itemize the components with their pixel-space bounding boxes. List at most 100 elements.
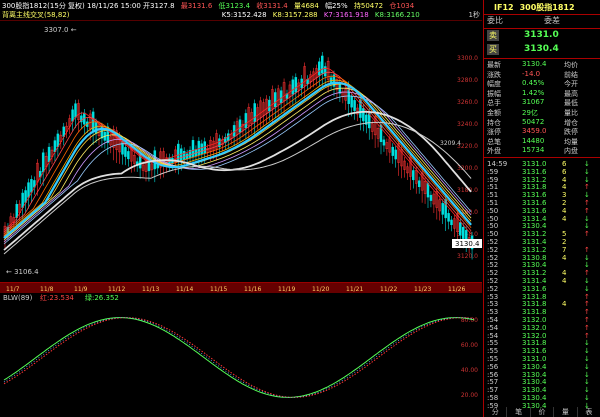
tick-time: :56 — [487, 370, 499, 379]
ma-line — [3, 81, 472, 239]
candle-body — [232, 125, 236, 137]
stat-label-2: 增仓 — [564, 118, 578, 127]
tick-time: :50 — [487, 214, 499, 223]
candle-body — [27, 182, 30, 198]
stat-label: 总手 — [487, 99, 501, 108]
candle-body — [412, 170, 415, 181]
candle-body — [253, 103, 256, 122]
tick-time: :53 — [487, 300, 499, 309]
stat-value: 50472 — [522, 117, 545, 126]
candle-body — [238, 119, 242, 133]
tick-time: :59 — [487, 167, 499, 176]
tick-price: 3131.2 — [522, 230, 547, 239]
tab-weibi[interactable]: 委比 — [487, 15, 503, 26]
tick-price: 3130.4 — [522, 222, 547, 231]
ma-3: K8:3166.210 — [374, 11, 420, 19]
bottom-tabs: 分笔价量表 — [484, 407, 600, 417]
stat-value: 31067 — [522, 98, 545, 107]
bottom-tab[interactable]: 价 — [531, 407, 555, 417]
quote-panel: IF12 300股指1812 委比 委差 卖 3131.0 买 3130.4 最… — [483, 0, 600, 417]
bottom-tab[interactable]: 量 — [554, 407, 578, 417]
tick-time: :52 — [487, 277, 499, 285]
divider — [484, 157, 600, 158]
arrow-down-icon: ↓ — [584, 378, 590, 387]
stat-row: 最新 3130.4 均价 — [484, 60, 600, 69]
tick-volume: 4 — [562, 253, 567, 262]
tick-time: :52 — [487, 245, 499, 254]
tick-time: :55 — [487, 339, 499, 348]
contract-title: IF12 300股指1812 — [484, 0, 600, 14]
tick-price: 3131.2 — [522, 245, 547, 254]
arrow-up-icon: ↑ — [584, 316, 590, 324]
tick-time: :58 — [487, 394, 499, 402]
tick-time: :52 — [487, 238, 499, 246]
tick-volume: 4 — [562, 277, 567, 285]
arrow-down-icon: ↓ — [584, 347, 590, 356]
candle-body — [268, 99, 271, 112]
stat-value: 14480 — [522, 136, 545, 145]
tick-price: 3132.0 — [522, 316, 547, 324]
arrow-down-icon: ↓ — [584, 160, 590, 168]
tick-time: :53 — [487, 292, 499, 301]
candle-body — [321, 55, 324, 74]
arrow-up-icon: ↑ — [584, 245, 590, 254]
tick-time: :52 — [487, 269, 499, 278]
sell-row: 卖 3131.0 — [484, 30, 600, 43]
y-tick-label: 3260.0 — [457, 99, 478, 106]
tick-volume: 7 — [562, 245, 567, 254]
tick-time: :51 — [487, 191, 499, 200]
candle-body — [447, 213, 450, 222]
candle-body — [47, 146, 51, 163]
osc-blue-line — [3, 317, 475, 398]
stat-label: 持仓 — [487, 118, 501, 127]
sell-label: 卖 — [487, 30, 499, 41]
candle-body — [350, 96, 353, 108]
candle-body — [318, 61, 321, 76]
ma-1: K8:3157.288 — [272, 11, 318, 19]
tick-volume: 4 — [562, 206, 567, 215]
bottom-tab[interactable]: 表 — [578, 407, 600, 417]
stat-value: 29亿 — [522, 109, 538, 117]
arrow-down-icon: ↓ — [584, 339, 590, 348]
candle-body — [21, 192, 24, 208]
candle-body — [353, 100, 356, 111]
header-val-4: 幅25% — [325, 2, 348, 10]
oscillator-panel[interactable]: BLW(89) 红:23.534 绿:26.35280.0060.0040.0020… — [0, 292, 482, 417]
tick-volume: 3 — [562, 191, 567, 200]
tick-volume: 6 — [562, 160, 567, 168]
stat-value: 15734 — [522, 146, 545, 155]
stat-row: 涨停 3459.0 跌停 — [484, 127, 600, 136]
bottom-tab[interactable]: 分 — [484, 407, 508, 417]
stat-label: 最新 — [487, 61, 501, 69]
stat-label-2: 均价 — [564, 61, 578, 69]
arrow-down-icon: ↓ — [584, 214, 590, 223]
header-val-1: 低3123.4 — [218, 2, 251, 10]
osc-red-value: 红:23.534 — [40, 293, 74, 302]
tab-weicha[interactable]: 委差 — [544, 15, 560, 26]
arrow-down-icon: ↓ — [584, 253, 590, 262]
tick-time: :56 — [487, 362, 499, 371]
tick-price: 3131.6 — [522, 284, 547, 293]
arrow-down-icon: ↓ — [584, 386, 590, 395]
stat-label-2: 前结 — [564, 70, 578, 79]
osc-green-line — [3, 317, 475, 398]
tick-volume: 4 — [562, 175, 567, 184]
buy-label: 买 — [487, 44, 499, 55]
stat-label-2: 跌停 — [564, 128, 578, 137]
arrow-up-icon: ↑ — [584, 199, 590, 207]
osc-y-tick: 40.00 — [461, 367, 478, 374]
stat-value: 0.45% — [522, 79, 545, 88]
candle-body — [227, 133, 230, 141]
price-chart[interactable]: 3300.03280.03260.03240.03220.03200.03180… — [0, 20, 482, 282]
tick-volume: 5 — [562, 230, 567, 239]
tick-price: 3130.4 — [522, 386, 547, 395]
stat-label-2: 内盘 — [564, 147, 578, 156]
stat-label: 幅度 — [487, 80, 501, 89]
stat-row: 涨跌 -14.0 前结 — [484, 70, 600, 79]
tick-price: 3131.4 — [522, 238, 547, 246]
arrow-down-icon: ↓ — [584, 355, 590, 363]
y-tick-label: 3300.0 — [457, 55, 478, 62]
candle-body — [30, 179, 33, 193]
bottom-tab[interactable]: 笔 — [507, 407, 531, 417]
arrow-down-icon: ↓ — [584, 261, 590, 270]
